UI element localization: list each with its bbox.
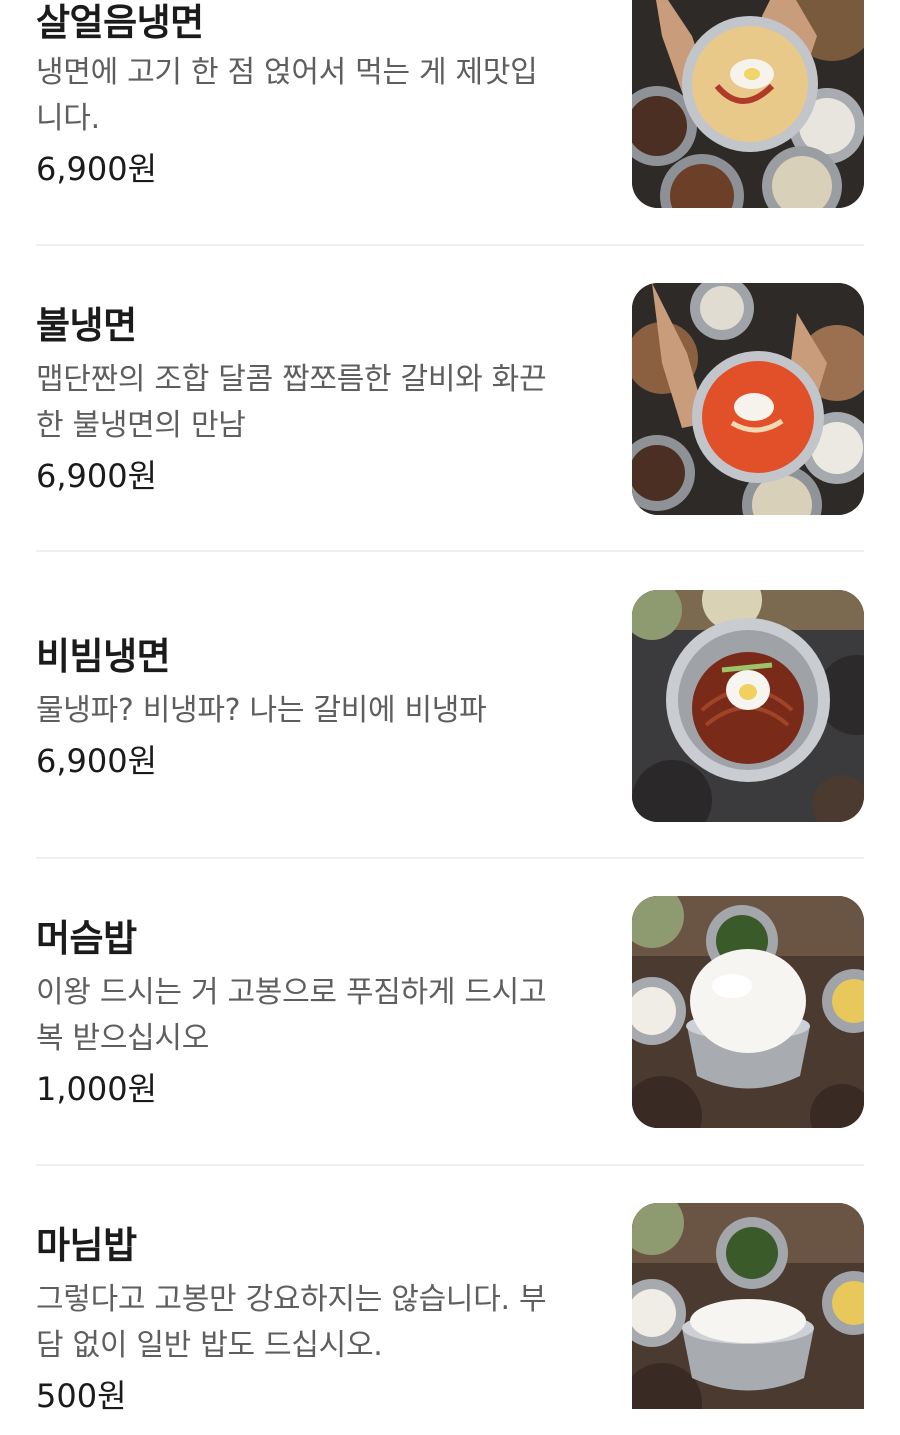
menu-item-description: 맵단짠의 조합 달콤 짭쪼름한 갈비와 화끈 한 불냉면의 만남 (36, 357, 596, 449)
menu-item-name: 불냉면 (36, 304, 137, 347)
menu-item-manim-bap[interactable]: 마님밥 그렇다고 고봉만 강요하지는 않습니다. 부 담 없이 일반 밥도 드십… (36, 1203, 864, 1435)
spicy-noodle-illustration (632, 283, 864, 515)
divider (36, 1164, 864, 1166)
menu-item-name: 머슴밥 (36, 917, 137, 960)
divider (36, 550, 864, 552)
rice-bowl-photo[interactable] (632, 1203, 864, 1409)
menu-item-description-line: 니다. (36, 101, 100, 136)
cold-noodle-photo[interactable] (632, 0, 864, 208)
menu-item-description-line: 복 받으십시오 (36, 1021, 210, 1056)
menu-item-name: 살얼음냉면 (36, 1, 204, 44)
menu-item-meoseum-bap[interactable]: 머슴밥 이왕 드시는 거 고봉으로 푸짐하게 드시고 복 받으십시오 1,000… (36, 896, 864, 1128)
menu-item-name: 마님밥 (36, 1224, 137, 1267)
menu-item-bibim-naengmyeon[interactable]: 비빔냉면 물냉파? 비냉파? 나는 갈비에 비냉파 6,900원 (36, 590, 864, 822)
menu-item-price: 6,900원 (36, 457, 158, 495)
cold-noodle-illustration (632, 0, 864, 208)
menu-item-price: 500원 (36, 1377, 127, 1415)
menu-item-description-line: 물냉파? 비냉파? 나는 갈비에 비냉파 (36, 693, 487, 728)
bibim-noodle-photo[interactable] (632, 590, 864, 822)
menu-item-description-line: 그렇다고 고봉만 강요하지는 않습니다. 부 (36, 1282, 547, 1317)
bibim-noodle-illustration (632, 590, 864, 822)
menu-item-description: 물냉파? 비냉파? 나는 갈비에 비냉파 (36, 688, 596, 734)
menu-item-bul-naengmyeon[interactable]: 불냉면 맵단짠의 조합 달콤 짭쪼름한 갈비와 화끈 한 불냉면의 만남 6,9… (36, 283, 864, 515)
menu-item-price: 1,000원 (36, 1070, 158, 1108)
divider (36, 857, 864, 859)
menu-item-description-line: 맵단짠의 조합 달콤 짭쪼름한 갈비와 화끈 (36, 362, 547, 397)
menu-item-price: 6,900원 (36, 742, 158, 780)
large-rice-photo[interactable] (632, 896, 864, 1128)
menu-item-salleoleum-naengmyeon[interactable]: 살얼음냉면 냉면에 고기 한 점 얹어서 먹는 게 제맛입 니다. 6,900원 (36, 0, 864, 208)
menu-item-description-line: 냉면에 고기 한 점 얹어서 먹는 게 제맛입 (36, 55, 538, 90)
menu-item-description: 이왕 드시는 거 고봉으로 푸짐하게 드시고 복 받으십시오 (36, 970, 596, 1062)
spicy-noodle-photo[interactable] (632, 283, 864, 515)
menu-item-name: 비빔냉면 (36, 635, 171, 678)
menu-item-description-line: 이왕 드시는 거 고봉으로 푸짐하게 드시고 (36, 975, 547, 1010)
rice-bowl-illustration (632, 1203, 864, 1409)
divider (36, 244, 864, 246)
menu-item-description-line: 담 없이 일반 밥도 드십시오. (36, 1328, 383, 1363)
menu-item-price: 6,900원 (36, 150, 158, 188)
large-rice-illustration (632, 896, 864, 1128)
menu-item-description-line: 한 불냉면의 만남 (36, 408, 246, 443)
menu-item-description: 그렇다고 고봉만 강요하지는 않습니다. 부 담 없이 일반 밥도 드십시오. (36, 1277, 596, 1369)
menu-item-description: 냉면에 고기 한 점 얹어서 먹는 게 제맛입 니다. (36, 50, 596, 142)
